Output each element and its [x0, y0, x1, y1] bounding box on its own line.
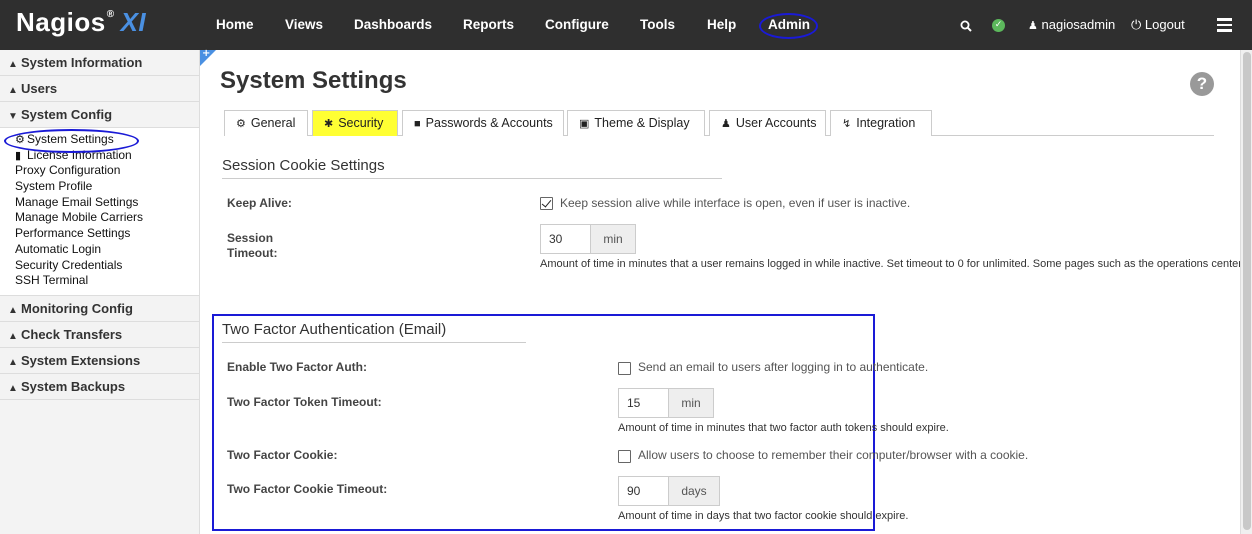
tab-general[interactable]: ⚙ General: [224, 110, 308, 136]
logout-label: Logout: [1144, 17, 1185, 32]
sidebar-item-automatic-login[interactable]: Automatic Login: [0, 242, 199, 258]
keep-alive-label: Keep Alive:: [227, 196, 292, 210]
scrollbar-thumb[interactable]: [1243, 52, 1251, 530]
caret-down-icon: ▼: [8, 111, 18, 122]
sidebar-item-proxy-configuration[interactable]: Proxy Configuration: [0, 163, 199, 179]
session-timeout-input[interactable]: 30: [540, 224, 591, 254]
keep-alive-checkbox[interactable]: [540, 197, 553, 210]
tfa-cookie-timeout-unit: days: [668, 476, 720, 506]
help-icon[interactable]: ?: [1190, 72, 1214, 96]
settings-tabs: ⚙ General ✱ Security ■ Passwords & Accounts…: [224, 110, 1214, 136]
tab-security[interactable]: ✱ Security: [312, 110, 398, 136]
tab-passwords-accounts[interactable]: ■ Passwords & Accounts: [402, 110, 564, 136]
caret-up-icon: ▲: [8, 85, 18, 96]
sidebar-section-system-config[interactable]: ▼ System Config: [0, 102, 199, 128]
tab-user-accounts[interactable]: ♟ User Accounts: [709, 110, 826, 136]
app-root: Nagios® XI Home Views Dashboards Reports …: [0, 0, 1252, 534]
sidebar-item-manage-email-settings[interactable]: Manage Email Settings: [0, 195, 199, 211]
nav-configure[interactable]: Configure: [545, 0, 609, 50]
nav-views[interactable]: Views: [285, 0, 323, 50]
keep-alive-text: Keep session alive while interface is op…: [560, 196, 911, 210]
asterisk-icon: ✱: [324, 118, 334, 130]
nav-reports[interactable]: Reports: [463, 0, 514, 50]
caret-up-icon: ▲: [8, 304, 18, 316]
tfa-heading: Two Factor Authentication (Email): [222, 321, 526, 343]
nav-home[interactable]: Home: [216, 0, 254, 50]
monitor-icon: ▣: [579, 118, 590, 130]
tfa-cookie-checkbox[interactable]: [618, 450, 631, 463]
session-timeout-unit: min: [590, 224, 636, 254]
tfa-cookie-timeout-input[interactable]: 90: [618, 476, 669, 506]
system-settings-annotation-ring: [4, 129, 139, 153]
caret-up-icon: ▲: [8, 59, 18, 70]
caret-up-icon: ▲: [8, 330, 18, 342]
sidebar-section-system-extensions[interactable]: ▲ System Extensions: [0, 347, 199, 374]
caret-up-icon: ▲: [8, 382, 18, 394]
session-timeout-label-2: Timeout:: [227, 246, 278, 260]
page-title: System Settings: [220, 67, 407, 94]
user-menu[interactable]: ♟ nagiosadmin: [1028, 0, 1115, 50]
sidebar-item-manage-mobile-carriers[interactable]: Manage Mobile Carriers: [0, 210, 199, 226]
logout-button[interactable]: ⏻ Logout: [1131, 0, 1185, 50]
enable-tfa-label: Enable Two Factor Auth:: [227, 360, 367, 374]
username: nagiosadmin: [1041, 17, 1116, 32]
top-navbar: Nagios® XI Home Views Dashboards Reports …: [0, 0, 1252, 50]
tfa-cookie-timeout-label: Two Factor Cookie Timeout:: [227, 482, 388, 496]
vertical-scrollbar[interactable]: [1240, 50, 1252, 534]
main-content: System Settings ? ⚙ General ✱ Security ■ Pa…: [200, 50, 1252, 534]
tfa-token-timeout-help: Amount of time in minutes that two facto…: [618, 422, 949, 434]
caret-up-icon: ▲: [8, 356, 18, 368]
sidebar-item-system-profile[interactable]: System Profile: [0, 179, 199, 195]
tfa-token-timeout-unit: min: [668, 388, 714, 418]
admin-annotation-ring: [759, 13, 818, 39]
tfa-token-timeout-label: Two Factor Token Timeout:: [227, 395, 382, 409]
nav-help[interactable]: Help: [707, 0, 736, 50]
session-cookie-heading: Session Cookie Settings: [222, 157, 722, 179]
search-icon[interactable]: [960, 0, 972, 50]
sidebar-item-performance-settings[interactable]: Performance Settings: [0, 226, 199, 242]
sidebar-section-system-backups[interactable]: ▲ System Backups: [0, 373, 199, 400]
session-timeout-label-1: Session: [227, 231, 274, 245]
sidebar: ▲ System Information ▲ Users ▼ System Confi…: [0, 50, 200, 534]
sidebar-section-system-information[interactable]: ▲ System Information: [0, 50, 199, 76]
sidebar-section-users[interactable]: ▲ Users: [0, 76, 199, 102]
sidebar-section-monitoring-config[interactable]: ▲ Monitoring Config: [0, 295, 199, 322]
tfa-token-timeout-input[interactable]: 15: [618, 388, 669, 418]
status-ok-icon[interactable]: ✓: [992, 19, 1005, 32]
tfa-cookie-text: Allow users to choose to remember their …: [638, 448, 1029, 462]
system-config-list: ⚙ System Settings ▮ License Information Pr…: [0, 128, 199, 296]
nav-dashboards[interactable]: Dashboards: [354, 0, 432, 50]
hamburger-menu-icon[interactable]: [1217, 18, 1232, 32]
sidebar-item-ssh-terminal[interactable]: SSH Terminal: [0, 273, 199, 289]
enable-tfa-checkbox[interactable]: [618, 362, 631, 375]
user-icon: ♟: [1028, 20, 1038, 32]
nav-tools[interactable]: Tools: [640, 0, 675, 50]
tfa-cookie-label: Two Factor Cookie:: [227, 448, 338, 462]
tab-integration[interactable]: ↯ Integration: [830, 110, 932, 136]
wrench-icon: ↯: [842, 118, 852, 130]
gear-icon: ⚙: [236, 118, 246, 130]
power-icon: ⏻: [1131, 17, 1142, 32]
session-timeout-help: Amount of time in minutes that a user re…: [540, 258, 1252, 270]
bookmark-icon: ▮: [15, 149, 22, 162]
brand-logo[interactable]: Nagios® XI: [16, 7, 146, 38]
tab-theme-display[interactable]: ▣ Theme & Display: [567, 110, 705, 136]
sidebar-section-check-transfers[interactable]: ▲ Check Transfers: [0, 321, 199, 348]
user-icon: ♟: [721, 118, 731, 130]
tfa-cookie-timeout-help: Amount of time in days that two factor c…: [618, 510, 909, 522]
enable-tfa-text: Send an email to users after logging in …: [638, 360, 929, 374]
sidebar-item-security-credentials[interactable]: Security Credentials: [0, 258, 199, 274]
lock-icon: ■: [414, 118, 421, 130]
